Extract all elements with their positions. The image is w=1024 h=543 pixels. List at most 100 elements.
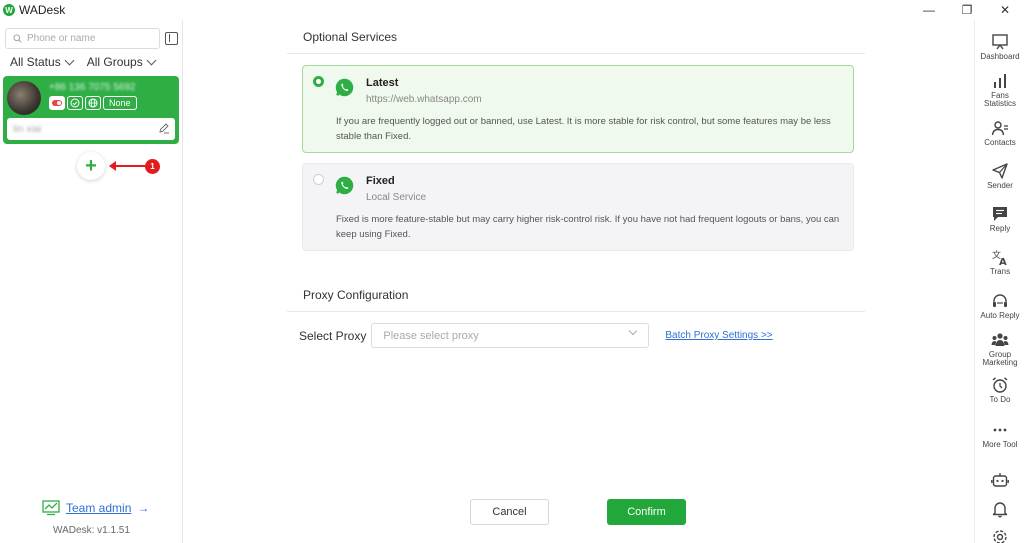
radio-fixed[interactable] — [313, 174, 324, 185]
rail-label: Dashboard — [980, 52, 1020, 61]
title-bar: W WADesk — ❐ ✕ — [0, 0, 1024, 20]
arrow-right-icon: → — [137, 501, 150, 515]
proxy-placeholder: Please select proxy — [383, 329, 479, 342]
remark-text: tin xiai — [13, 123, 42, 135]
team-admin-link[interactable]: Team admin → — [42, 500, 149, 516]
toggle-icon — [52, 100, 62, 106]
option-name: Latest — [366, 77, 399, 89]
rail-item-contacts[interactable]: Contacts — [975, 119, 1024, 147]
groups-filter-dropdown[interactable]: All Groups — [86, 55, 157, 69]
rail-item-more-tool[interactable]: More Tool — [975, 421, 1024, 449]
reply-icon — [993, 207, 1007, 221]
verified-badge[interactable] — [67, 96, 83, 110]
send-icon — [992, 163, 1008, 179]
rail-item-dashboard[interactable]: Dashboard — [975, 33, 1024, 61]
proxy-config-title: Proxy Configuration — [303, 288, 409, 302]
rail-item-notifications[interactable] — [975, 500, 1024, 518]
chevron-down-icon — [64, 55, 75, 65]
chevron-down-icon — [146, 55, 157, 65]
rail-item-robot[interactable] — [975, 471, 1024, 489]
option-subtitle: Local Service — [366, 192, 427, 203]
svg-text:A: A — [999, 257, 1007, 266]
bell-icon — [992, 502, 1008, 518]
rail-label: Sender — [987, 181, 1013, 190]
app-title: WADesk — [19, 3, 66, 17]
service-option-fixed[interactable]: Fixed Local Service Fixed is more featur… — [302, 163, 854, 251]
version-text: WADesk: v1.1.51 — [53, 525, 130, 536]
close-button[interactable]: ✕ — [986, 0, 1024, 20]
filter-bar: All Status All Groups — [10, 55, 157, 69]
search-icon — [13, 34, 22, 43]
remark-field[interactable]: tin xiai — [7, 118, 175, 140]
edit-icon[interactable] — [158, 122, 170, 134]
account-phone: +86 136 7075 5692 — [49, 82, 136, 93]
account-card[interactable]: +86 136 7075 5692 None tin xiai — [3, 76, 179, 144]
service-option-latest[interactable]: Latest https://web.whatsapp.com If you a… — [302, 65, 854, 153]
option-subtitle: https://web.whatsapp.com — [366, 94, 482, 105]
whatsapp-icon — [335, 78, 354, 97]
bar-chart-icon — [994, 74, 1006, 88]
cancel-button[interactable]: Cancel — [470, 499, 549, 525]
check-circle-icon — [70, 98, 80, 108]
rail-item-group-marketing[interactable]: Group Marketing — [975, 331, 1024, 367]
restore-button[interactable]: ❐ — [948, 0, 986, 20]
rail-item-auto-reply[interactable]: Auto Reply — [975, 292, 1024, 320]
window-controls: — ❐ ✕ — [910, 0, 1024, 20]
globe-icon — [88, 98, 98, 108]
rail-label: Auto Reply — [980, 311, 1020, 320]
groups-filter-label: All Groups — [86, 55, 143, 69]
rail-label: Contacts — [984, 138, 1016, 147]
dashboard-icon — [992, 34, 1008, 50]
collapse-sidebar-icon[interactable] — [165, 32, 178, 45]
online-toggle[interactable] — [49, 96, 65, 110]
rail-label: Reply — [989, 224, 1011, 233]
minimize-button[interactable]: — — [910, 0, 948, 20]
main-panel: Optional Services Latest https://web.wha… — [184, 20, 974, 543]
group-icon — [991, 333, 1009, 346]
radio-latest[interactable] — [313, 76, 324, 87]
rail-label: Group Marketing — [982, 350, 1018, 367]
add-account-button[interactable]: + — [77, 152, 105, 180]
section-divider — [287, 311, 865, 312]
batch-proxy-settings-link[interactable]: Batch Proxy Settings >> — [665, 330, 772, 341]
app-logo-icon: W — [3, 4, 15, 16]
rail-item-fans-statistics[interactable]: Fans Statistics — [975, 72, 1024, 108]
option-name: Fixed — [366, 175, 395, 187]
alarm-icon — [992, 377, 1008, 393]
translate-icon: 文A — [992, 249, 1007, 266]
annotation-arrow — [109, 161, 148, 171]
account-badges: None — [49, 96, 137, 110]
headset-icon — [993, 294, 1007, 307]
proxy-label: Select Proxy — [299, 328, 367, 343]
section-divider — [287, 53, 865, 54]
confirm-button[interactable]: Confirm — [607, 499, 686, 525]
proxy-select[interactable]: Please select proxy — [371, 323, 650, 348]
rail-item-trans[interactable]: 文A Trans — [975, 248, 1024, 276]
step-badge: 1 — [145, 159, 160, 174]
more-icon — [993, 428, 1007, 432]
settings-icon — [993, 530, 1007, 543]
chevron-down-icon — [629, 326, 638, 336]
rail-item-reply[interactable]: Reply — [975, 205, 1024, 233]
whatsapp-icon — [335, 176, 354, 195]
rail-item-to-do[interactable]: To Do — [975, 376, 1024, 404]
avatar — [7, 81, 41, 115]
status-filter-dropdown[interactable]: All Status — [10, 55, 75, 69]
rail-item-settings[interactable] — [975, 528, 1024, 543]
tool-rail: Dashboard Fans Statistics Contacts Sende… — [974, 20, 1024, 543]
proxy-row: Select Proxy Please select proxy Batch P… — [299, 323, 773, 348]
rail-label: More Tool — [982, 440, 1018, 449]
rail-item-sender[interactable]: Sender — [975, 162, 1024, 190]
group-badge[interactable]: None — [103, 96, 137, 110]
rail-label: To Do — [989, 395, 1011, 404]
monitor-chart-icon — [42, 500, 60, 516]
rail-label: Fans Statistics — [983, 91, 1016, 108]
optional-services-title: Optional Services — [303, 30, 398, 44]
proxy-badge[interactable] — [85, 96, 101, 110]
option-description: If you are frequently logged out or bann… — [336, 116, 831, 142]
status-filter-label: All Status — [10, 55, 61, 69]
search-input[interactable]: Phone or name — [5, 28, 160, 49]
search-placeholder: Phone or name — [27, 33, 96, 44]
team-admin-label[interactable]: Team admin — [66, 501, 131, 515]
option-description: Fixed is more feature-stable but may car… — [336, 214, 840, 240]
